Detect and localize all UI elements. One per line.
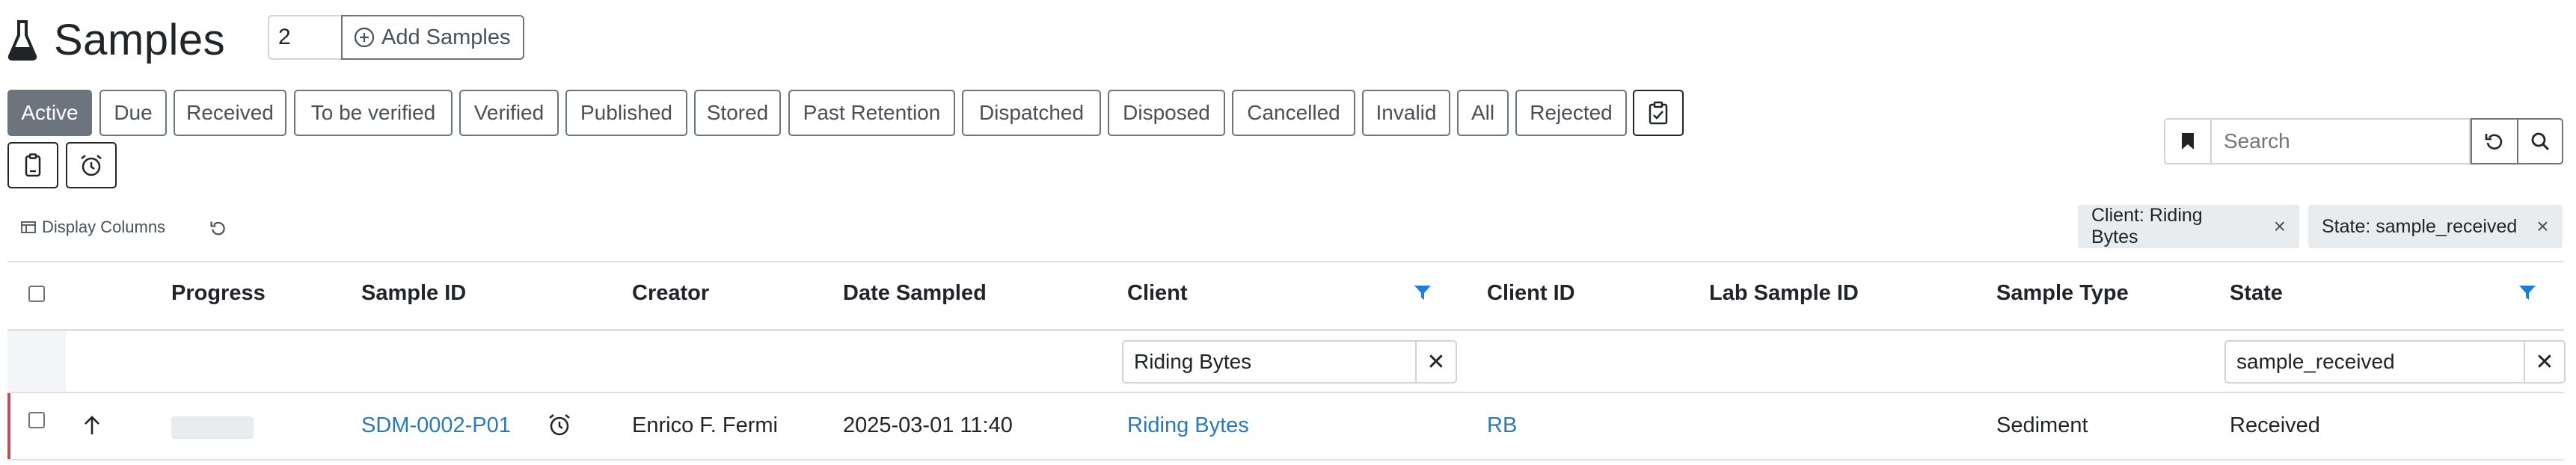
state-filter-input[interactable] — [2224, 340, 2524, 384]
remove-filter-icon[interactable]: × — [2274, 215, 2286, 238]
state-button-to-be-verified[interactable]: To be verified — [294, 90, 453, 136]
page-title: Samples — [54, 15, 226, 64]
row-checkbox[interactable] — [28, 412, 45, 428]
alarm-clock-button[interactable] — [66, 142, 117, 188]
alarm-clock-icon — [79, 153, 103, 177]
filter-funnel-icon[interactable] — [1414, 285, 1432, 301]
bookmark-icon — [2180, 132, 2195, 151]
alarm-clock-icon — [548, 413, 571, 437]
add-samples-group: Add Samples — [268, 15, 524, 60]
date-sampled-cell: 2025-03-01 11:40 — [843, 413, 1013, 437]
arrow-up-icon[interactable] — [82, 415, 102, 436]
filter-row-spacer — [7, 331, 66, 392]
state-cell: Received — [2230, 413, 2320, 437]
reset-columns-icon[interactable] — [209, 219, 227, 237]
flask-icon — [7, 17, 37, 62]
reset-search-button[interactable] — [2471, 118, 2517, 164]
row-status-marker — [7, 393, 10, 459]
state-button-disposed[interactable]: Disposed — [1108, 90, 1225, 136]
column-header-state[interactable]: State — [2230, 281, 2283, 306]
filter-row-divider — [7, 392, 2564, 393]
filter-funnel-icon[interactable] — [2518, 285, 2536, 301]
clipboard-check-button[interactable] — [1633, 90, 1684, 136]
state-button-past-retention[interactable]: Past Retention — [788, 90, 955, 136]
select-all-checkbox[interactable] — [28, 286, 45, 302]
sample-count-input[interactable] — [268, 15, 341, 60]
clipboard-phone-button[interactable] — [7, 142, 58, 188]
state-button-all[interactable]: All — [1457, 90, 1509, 136]
clear-client-filter-button[interactable]: ✕ — [1415, 340, 1457, 384]
client-id-link[interactable]: RB — [1487, 413, 1517, 438]
state-button-received[interactable]: Received — [174, 90, 286, 136]
state-button-verified[interactable]: Verified — [459, 90, 559, 136]
search-group — [2164, 118, 2563, 164]
columns-icon — [21, 221, 36, 234]
table-top-border — [7, 261, 2564, 262]
state-button-dispatched[interactable]: Dispatched — [962, 90, 1101, 136]
display-columns-button[interactable]: Display Columns — [21, 214, 165, 241]
sample-type-cell: Sediment — [1996, 413, 2088, 437]
client-filter-group: ✕ — [1122, 340, 1457, 384]
column-header-sample-type[interactable]: Sample Type — [1996, 281, 2129, 306]
close-icon: ✕ — [1426, 349, 1446, 375]
client-link[interactable]: Riding Bytes — [1127, 413, 1249, 438]
add-samples-button[interactable]: Add Samples — [341, 15, 524, 60]
column-header-date-sampled[interactable]: Date Sampled — [843, 281, 987, 306]
column-header-client-id[interactable]: Client ID — [1487, 281, 1575, 306]
client-filter-input[interactable] — [1122, 340, 1415, 384]
reset-icon — [2484, 131, 2505, 152]
sample-id-link[interactable]: SDM-0002-P01 — [361, 413, 511, 438]
state-button-published[interactable]: Published — [565, 90, 687, 136]
filter-tag-label: State: sample_received — [2322, 215, 2518, 237]
column-header-client[interactable]: Client — [1127, 281, 1188, 306]
column-header-lab-sample-id[interactable]: Lab Sample ID — [1709, 281, 1859, 306]
clipboard-icon — [22, 153, 43, 177]
state-button-due[interactable]: Due — [99, 90, 167, 136]
column-header-progress[interactable]: Progress — [171, 281, 266, 306]
progress-bar — [171, 416, 254, 439]
column-header-creator[interactable]: Creator — [632, 281, 709, 306]
state-button-rejected[interactable]: Rejected — [1515, 90, 1627, 136]
add-samples-label: Add Samples — [381, 25, 511, 49]
bookmark-button[interactable] — [2164, 118, 2210, 164]
search-icon — [2530, 131, 2551, 152]
page-header: Samples — [7, 10, 225, 69]
state-button-cancelled[interactable]: Cancelled — [1232, 90, 1355, 136]
row-divider — [7, 459, 2564, 461]
clipboard-check-icon — [1647, 101, 1669, 125]
search-button[interactable] — [2517, 118, 2563, 164]
state-button-active[interactable]: Active — [7, 90, 92, 136]
remove-filter-icon[interactable]: × — [2536, 215, 2548, 238]
column-header-sample-id[interactable]: Sample ID — [361, 281, 466, 306]
header-divider — [7, 329, 2564, 331]
filter-tag-state: State: sample_received × — [2308, 205, 2563, 248]
plus-circle-icon — [353, 26, 375, 49]
display-columns-label: Display Columns — [42, 218, 166, 236]
clear-state-filter-button[interactable]: ✕ — [2524, 340, 2566, 384]
state-button-invalid[interactable]: Invalid — [1362, 90, 1450, 136]
creator-cell: Enrico F. Fermi — [632, 413, 778, 437]
filter-tag-label: Client: Riding Bytes — [2091, 205, 2203, 247]
state-filter-group: ✕ — [2224, 340, 2566, 384]
search-input[interactable] — [2210, 118, 2471, 164]
close-icon: ✕ — [2535, 349, 2554, 375]
state-button-stored[interactable]: Stored — [694, 90, 781, 136]
filter-tag-client: Client: Riding Bytes × — [2078, 205, 2299, 248]
